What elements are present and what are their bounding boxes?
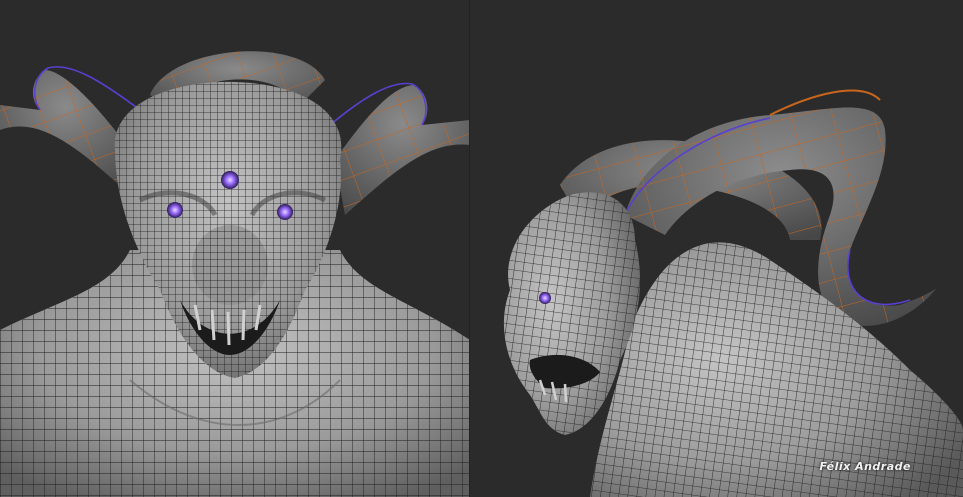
artist-signature: Félix Andrade xyxy=(819,460,911,473)
front-view-render xyxy=(0,51,470,497)
front-view-panel xyxy=(0,0,470,497)
side-view-render xyxy=(503,89,963,497)
neck-shoulder-mesh xyxy=(590,242,963,497)
left-eye-icon xyxy=(167,202,183,218)
third-eye-icon xyxy=(221,171,239,189)
render-canvas: Félix Andrade xyxy=(0,0,963,497)
side-view-panel: Félix Andrade xyxy=(470,0,963,497)
right-eye-icon xyxy=(277,204,293,220)
side-eye-icon xyxy=(539,292,551,304)
horn-right xyxy=(329,82,470,215)
